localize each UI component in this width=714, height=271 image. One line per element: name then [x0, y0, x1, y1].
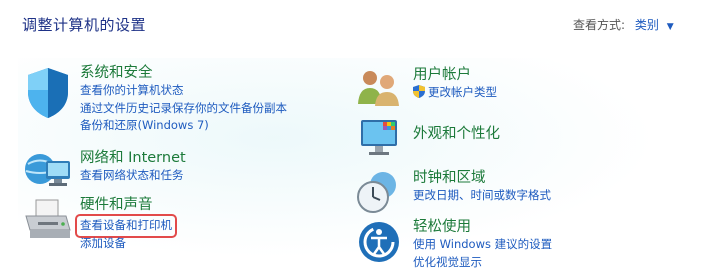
- network-icon[interactable]: [22, 149, 74, 193]
- change-account-type-link[interactable]: 更改帐户类型: [413, 84, 497, 102]
- category-hardware: 硬件和声音 查看设备和打印机 添加设备: [22, 196, 342, 252]
- clock-region-heading[interactable]: 时钟和区域: [413, 169, 551, 187]
- user-accounts-heading[interactable]: 用户帐户: [413, 66, 497, 84]
- category-system-security: 系统和安全 查看你的计算机状态 通过文件历史记录保存你的文件备份副本 备份和还原…: [22, 64, 342, 136]
- ease-of-access-icon[interactable]: [355, 218, 405, 264]
- view-by: 查看方式: 类别 ▼: [573, 16, 674, 33]
- category-user-accounts: 用户帐户 更改帐户类型: [355, 66, 685, 110]
- shield-icon[interactable]: [22, 64, 74, 120]
- category-clock-region: 时钟和区域 更改日期、时间或数字格式: [355, 169, 685, 213]
- chevron-down-icon[interactable]: ▼: [667, 22, 674, 32]
- view-by-dropdown[interactable]: 类别: [635, 18, 659, 32]
- system-security-heading[interactable]: 系统和安全: [80, 64, 287, 82]
- change-account-type-label: 更改帐户类型: [428, 85, 497, 99]
- clock-icon[interactable]: [355, 169, 405, 215]
- view-network-status-link[interactable]: 查看网络状态和任务: [80, 167, 186, 185]
- category-network: 网络和 Internet 查看网络状态和任务: [22, 149, 342, 193]
- users-icon[interactable]: [355, 66, 405, 110]
- backup-restore-link[interactable]: 备份和还原(Windows 7): [80, 117, 287, 135]
- network-heading[interactable]: 网络和 Internet: [80, 149, 186, 167]
- printer-icon[interactable]: [22, 196, 74, 246]
- category-ease-access: 轻松使用 使用 Windows 建议的设置 优化视觉显示: [355, 218, 685, 263]
- file-history-link[interactable]: 通过文件历史记录保存你的文件备份副本: [80, 100, 287, 118]
- category-appearance: 外观和个性化: [355, 116, 685, 164]
- view-computer-status-link[interactable]: 查看你的计算机状态: [80, 82, 287, 100]
- view-by-label: 查看方式:: [573, 18, 625, 32]
- add-device-link[interactable]: 添加设备: [80, 235, 174, 253]
- page-title: 调整计算机的设置: [22, 14, 146, 35]
- optimize-visual-display-link[interactable]: 优化视觉显示: [413, 254, 552, 271]
- view-devices-printers-link[interactable]: 查看设备和打印机: [78, 217, 174, 235]
- change-date-time-link[interactable]: 更改日期、时间或数字格式: [413, 187, 551, 205]
- ease-access-heading[interactable]: 轻松使用: [413, 218, 552, 236]
- hardware-heading[interactable]: 硬件和声音: [80, 196, 174, 214]
- appearance-heading[interactable]: 外观和个性化: [413, 116, 500, 152]
- uac-shield-icon: [413, 85, 425, 98]
- monitor-palette-icon[interactable]: [355, 116, 405, 164]
- recommended-settings-link[interactable]: 使用 Windows 建议的设置: [413, 236, 552, 254]
